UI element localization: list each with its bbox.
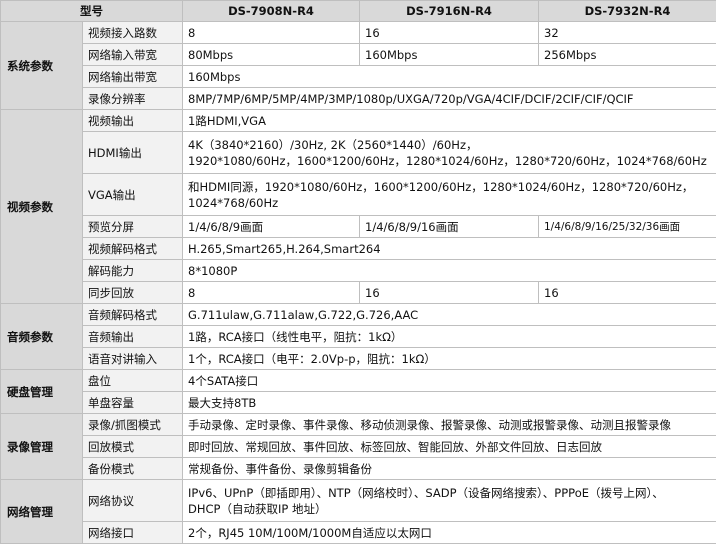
header-row: 型号 DS-7908N-R4 DS-7916N-R4 DS-7932N-R4 (0, 0, 716, 22)
table-row: 回放模式 即时回放、常规回放、事件回放、标签回放、智能回放、外部文件回放、日志回… (1, 435, 716, 458)
section-video: 视频参数 (0, 109, 83, 304)
cell-line: 1024*768/60Hz (188, 195, 279, 210)
row-label: 录像分辨率 (82, 87, 183, 110)
table-row: HDMI输出 4K（3840*2160）/30Hz, 2K（2560*1440）… (1, 131, 716, 174)
cell-value: 8 (182, 21, 360, 44)
model-header-7908: DS-7908N-R4 (182, 0, 360, 22)
table-row: 音频输出 1路，RCA接口（线性电平，阻抗：1kΩ） (1, 325, 716, 348)
cell-value: H.265,Smart265,H.264,Smart264 (182, 237, 716, 260)
table-row: 网络输出带宽 160Mbps (1, 65, 716, 88)
table-row: 备份模式 常规备份、事件备份、录像剪辑备份 (1, 457, 716, 480)
table-row: 视频参数 视频输出 1路HDMI,VGA (0, 109, 716, 304)
cell-line: 和HDMI同源，1920*1080/60Hz，1600*1200/60Hz，12… (188, 179, 694, 194)
cell-value: 1/4/6/8/9/16画面 (359, 215, 539, 238)
row-label: 盘位 (82, 369, 183, 392)
row-label: 录像/抓图模式 (82, 413, 183, 436)
row-label: 网络协议 (82, 479, 183, 522)
cell-value: 16 (538, 281, 716, 304)
cell-value: 2个，RJ45 10M/100M/1000M自适应以太网口 (182, 521, 716, 544)
table-row: 视频解码格式 H.265,Smart265,H.264,Smart264 (1, 237, 716, 260)
cell-value: 1/4/6/8/9画面 (182, 215, 360, 238)
section-system: 系统参数 (0, 21, 83, 110)
cell-value: 32 (538, 21, 716, 44)
table-row: 语音对讲输入 1个，RCA接口（电平：2.0Vp-p，阻抗：1kΩ） (1, 347, 716, 370)
row-label: 解码能力 (82, 259, 183, 282)
cell-value-multiline: IPv6、UPnP（即插即用）、NTP（网络校时）、SADP（设备网络搜索）、P… (182, 479, 716, 522)
cell-value: 4个SATA接口 (182, 369, 716, 392)
table-row: 单盘容量 最大支持8TB (1, 391, 716, 414)
table-row: 预览分屏 1/4/6/8/9画面 1/4/6/8/9/16画面 1/4/6/8/… (1, 215, 716, 238)
table-row: 网络管理 网络协议 IPv6、UPnP（即插即用）、NTP（网络校时）、SADP… (0, 479, 716, 544)
cell-value: 常规备份、事件备份、录像剪辑备份 (182, 457, 716, 480)
table-row: 同步回放 8 16 16 (1, 281, 716, 304)
cell-value: 80Mbps (182, 43, 360, 66)
section-recording: 录像管理 (0, 413, 83, 480)
table-row: 硬盘管理 盘位 4个SATA接口 (0, 369, 716, 414)
cell-value: 1路，RCA接口（线性电平，阻抗：1kΩ） (182, 325, 716, 348)
row-label: VGA输出 (82, 173, 183, 216)
table-row: 解码能力 8*1080P (1, 259, 716, 282)
cell-line: IPv6、UPnP（即插即用）、NTP（网络校时）、SADP（设备网络搜索）、P… (188, 485, 664, 500)
cell-value: 256Mbps (538, 43, 716, 66)
row-label: 语音对讲输入 (82, 347, 183, 370)
row-label: 视频解码格式 (82, 237, 183, 260)
cell-value: 160Mbps (359, 43, 539, 66)
cell-value-multiline: 和HDMI同源，1920*1080/60Hz，1600*1200/60Hz，12… (182, 173, 716, 216)
cell-value-multiline: 4K（3840*2160）/30Hz, 2K（2560*1440）/60Hz， … (182, 131, 716, 174)
cell-line: DHCP（自动获取IP 地址） (188, 501, 327, 516)
model-header-7932: DS-7932N-R4 (538, 0, 716, 22)
cell-value: 8*1080P (182, 259, 716, 282)
cell-line: 1920*1080/60Hz，1600*1200/60Hz，1280*1024/… (188, 153, 707, 168)
row-label: 网络输入带宽 (82, 43, 183, 66)
row-label: 网络接口 (82, 521, 183, 544)
row-label: 单盘容量 (82, 391, 183, 414)
row-label: 网络输出带宽 (82, 65, 183, 88)
cell-value: 8MP/7MP/6MP/5MP/4MP/3MP/1080p/UXGA/720p/… (182, 87, 716, 110)
row-label: 预览分屏 (82, 215, 183, 238)
row-label: 音频输出 (82, 325, 183, 348)
row-label: 回放模式 (82, 435, 183, 458)
model-header-label: 型号 (0, 0, 183, 22)
spec-table: 型号 DS-7908N-R4 DS-7916N-R4 DS-7932N-R4 系… (0, 0, 716, 544)
cell-value: 手动录像、定时录像、事件录像、移动侦测录像、报警录像、动测或报警录像、动测且报警… (182, 413, 716, 436)
cell-value: 最大支持8TB (182, 391, 716, 414)
cell-value: 16 (359, 281, 539, 304)
table-row: 网络输入带宽 80Mbps 160Mbps 256Mbps (1, 43, 716, 66)
section-network: 网络管理 (0, 479, 83, 544)
cell-line: 4K（3840*2160）/30Hz, 2K（2560*1440）/60Hz， (188, 137, 478, 152)
row-label: HDMI输出 (82, 131, 183, 174)
cell-value: 8 (182, 281, 360, 304)
row-label: 同步回放 (82, 281, 183, 304)
table-row: 音频参数 音频解码格式 G.711ulaw,G.711alaw,G.722,G.… (0, 303, 716, 370)
row-label: 视频输出 (82, 109, 183, 132)
section-disk: 硬盘管理 (0, 369, 83, 414)
section-audio: 音频参数 (0, 303, 83, 370)
row-label: 音频解码格式 (82, 303, 183, 326)
cell-value: G.711ulaw,G.711alaw,G.722,G.726,AAC (182, 303, 716, 326)
cell-value: 16 (359, 21, 539, 44)
model-header-7916: DS-7916N-R4 (359, 0, 539, 22)
cell-value: 160Mbps (182, 65, 716, 88)
table-row: 录像分辨率 8MP/7MP/6MP/5MP/4MP/3MP/1080p/UXGA… (1, 87, 716, 110)
cell-value: 1/4/6/8/9/16/25/32/36画面 (538, 215, 716, 238)
cell-value: 1路HDMI,VGA (182, 109, 716, 132)
table-row: 网络接口 2个，RJ45 10M/100M/1000M自适应以太网口 (1, 521, 716, 544)
row-label: 视频接入路数 (82, 21, 183, 44)
cell-value: 1个，RCA接口（电平：2.0Vp-p，阻抗：1kΩ） (182, 347, 716, 370)
cell-value: 即时回放、常规回放、事件回放、标签回放、智能回放、外部文件回放、日志回放 (182, 435, 716, 458)
table-row: 录像管理 录像/抓图模式 手动录像、定时录像、事件录像、移动侦测录像、报警录像、… (0, 413, 716, 480)
table-row: VGA输出 和HDMI同源，1920*1080/60Hz，1600*1200/6… (1, 173, 716, 216)
table-row: 系统参数 视频接入路数 8 16 32 (0, 21, 716, 110)
row-label: 备份模式 (82, 457, 183, 480)
